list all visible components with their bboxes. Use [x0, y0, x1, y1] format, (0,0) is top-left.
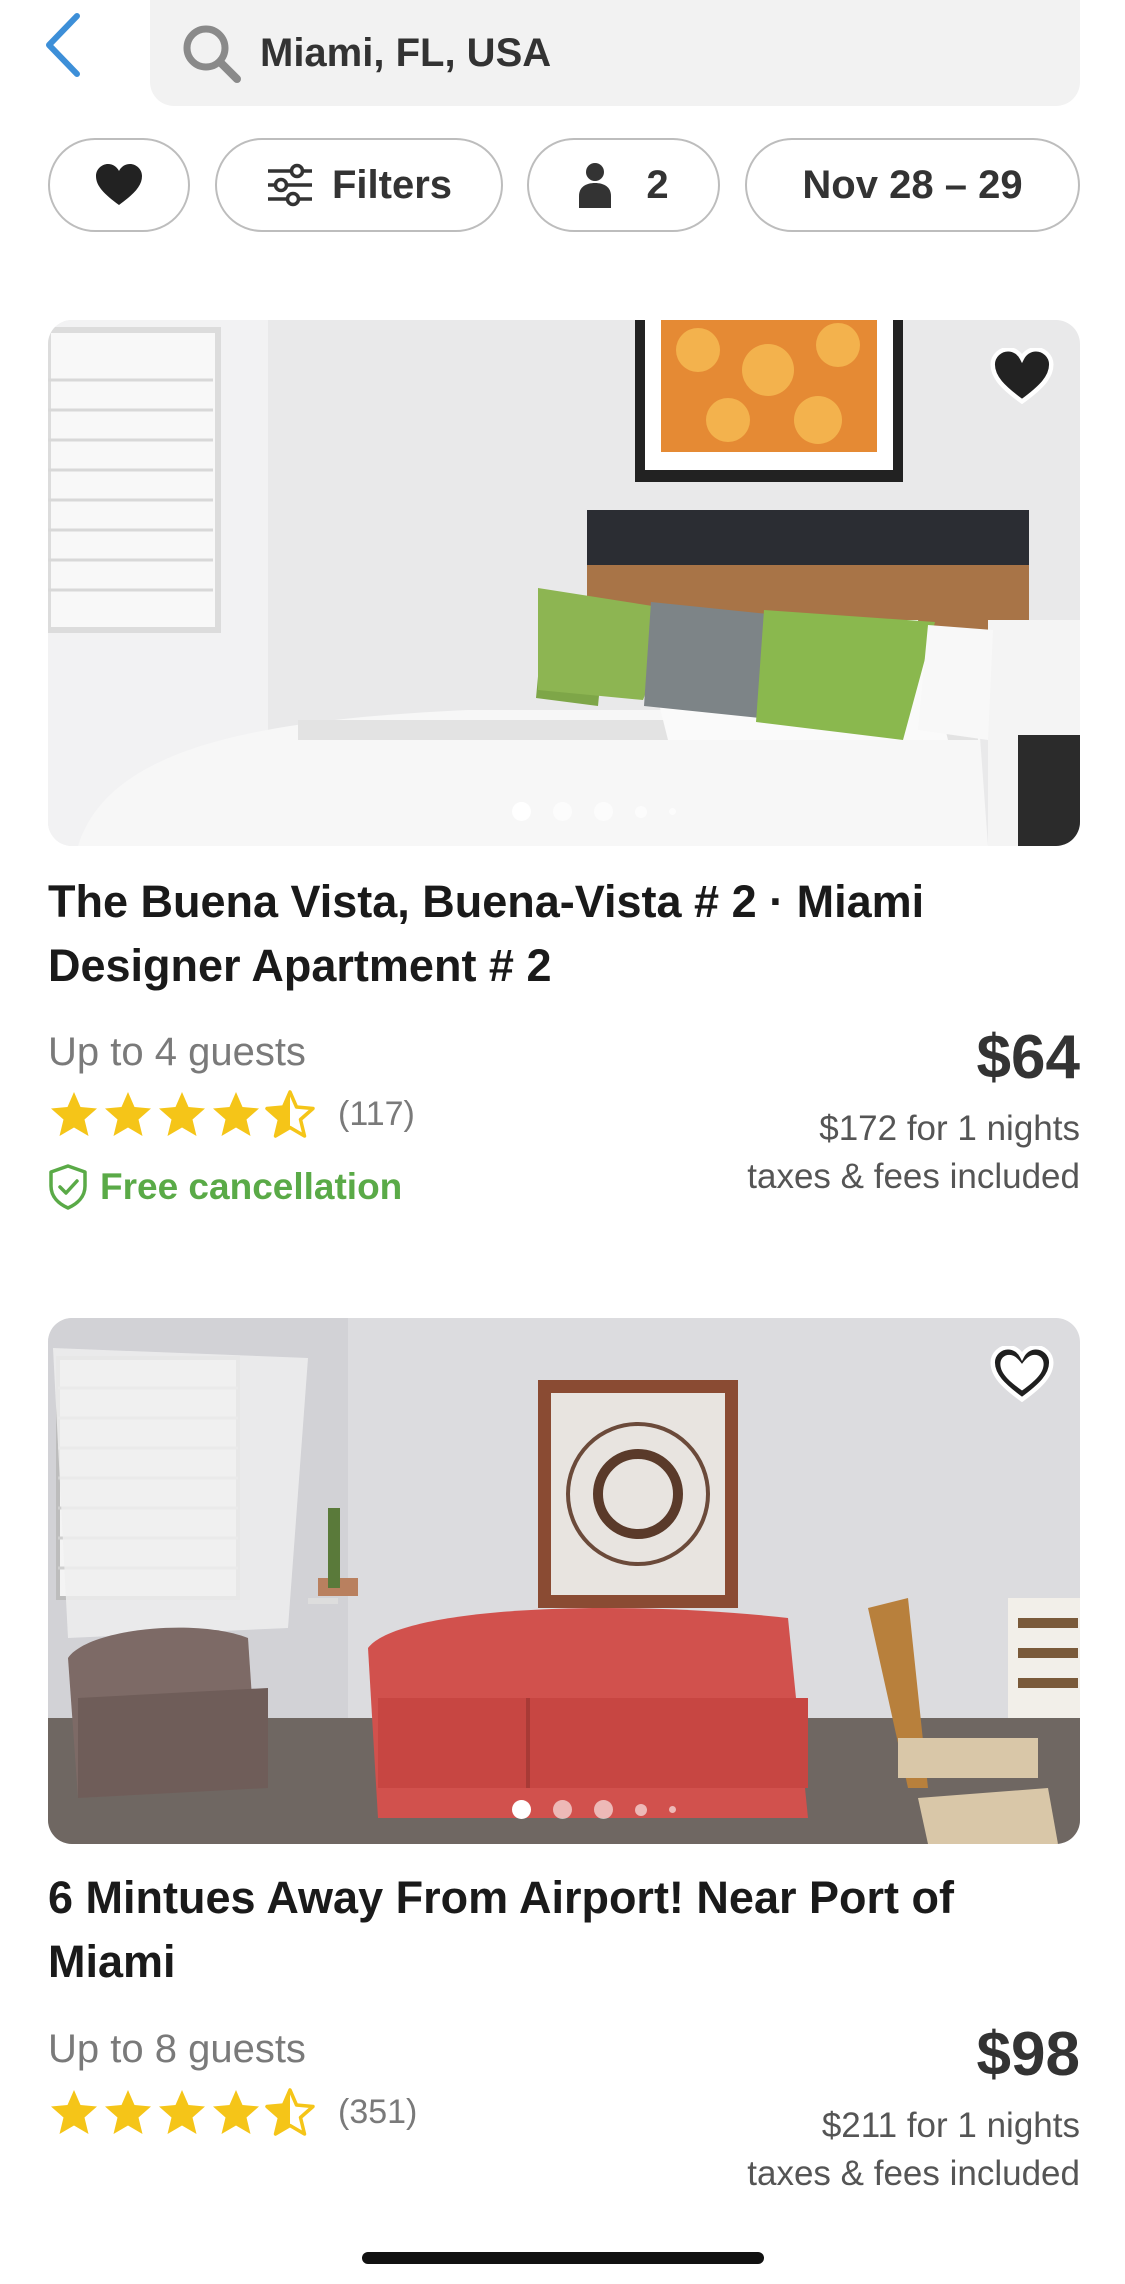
pagination-dot [553, 1800, 572, 1819]
dates-button[interactable]: Nov 28 – 29 [745, 138, 1080, 232]
star-icon [213, 2090, 259, 2134]
heart-icon [96, 164, 142, 205]
search-icon [176, 18, 246, 88]
pagination-dot [635, 805, 647, 818]
photo-pagination [512, 1800, 676, 1819]
filters-label: Filters [331, 162, 453, 207]
listing-guests: Up to 8 guests [48, 2027, 306, 2071]
star-icon [159, 2090, 205, 2134]
bedroom-photo [48, 320, 1080, 846]
favorites-filter-button[interactable] [48, 138, 190, 232]
back-button[interactable] [38, 10, 88, 80]
filters-button[interactable]: Filters [215, 138, 503, 232]
shield-check-icon [49, 1164, 87, 1210]
heart-filled-icon [990, 348, 1054, 404]
home-indicator[interactable] [362, 2252, 764, 2264]
fees-note: taxes & fees included [747, 1157, 1080, 1196]
nightly-price: $98 [976, 2020, 1080, 2089]
pagination-dot [594, 1800, 613, 1819]
star-icon [105, 2090, 151, 2134]
sliders-icon [267, 163, 312, 207]
dates-label: Nov 28 – 29 [802, 162, 1023, 207]
total-price: $211 for 1 nights [821, 2106, 1080, 2145]
pagination-dot [512, 802, 531, 821]
listing-photo[interactable] [48, 1318, 1080, 1844]
guests-button[interactable]: 2 [527, 138, 720, 232]
pagination-dot [669, 1806, 676, 1813]
pagination-dot [635, 1803, 647, 1816]
pagination-dot [512, 1800, 531, 1819]
rating-stars: (117) [48, 1090, 415, 1138]
free-cancellation-label: Free cancellation [100, 1166, 403, 1207]
rating-stars: (351) [48, 2088, 417, 2136]
fees-note: taxes & fees included [747, 2154, 1080, 2193]
listing-title[interactable]: The Buena Vista, Buena-Vista # 2 · Miami… [48, 870, 1048, 998]
star-half-icon [265, 1090, 315, 1138]
photo-pagination [512, 802, 676, 821]
star-icon [213, 1092, 259, 1136]
review-count: (351) [338, 2092, 418, 2131]
star-icon [51, 2090, 97, 2134]
search-query: Miami, FL, USA [260, 30, 552, 75]
search-bar[interactable]: Miami, FL, USA [150, 0, 1080, 106]
listing-photo[interactable] [48, 320, 1080, 846]
listing-guests: Up to 4 guests [48, 1030, 306, 1074]
review-count: (117) [338, 1094, 415, 1133]
nightly-price: $64 [976, 1023, 1080, 1092]
living-room-photo [48, 1318, 1080, 1844]
star-icon [51, 1092, 97, 1136]
total-price: $172 for 1 nights [819, 1109, 1080, 1148]
pagination-dot [553, 802, 572, 821]
free-cancellation-badge: Free cancellation [48, 1164, 402, 1210]
favorite-button[interactable] [982, 1334, 1062, 1414]
pagination-dot [669, 808, 676, 815]
pagination-dot [594, 802, 613, 821]
star-half-icon [265, 2088, 315, 2136]
star-icon [105, 1092, 151, 1136]
heart-outline-icon [990, 1346, 1054, 1402]
favorite-button[interactable] [982, 336, 1062, 416]
listing-title[interactable]: 6 Mintues Away From Airport! Near Port o… [48, 1866, 1048, 1994]
chevron-left-icon [46, 13, 80, 77]
guests-count: 2 [646, 162, 669, 207]
person-icon [579, 163, 612, 208]
star-icon [159, 1092, 205, 1136]
